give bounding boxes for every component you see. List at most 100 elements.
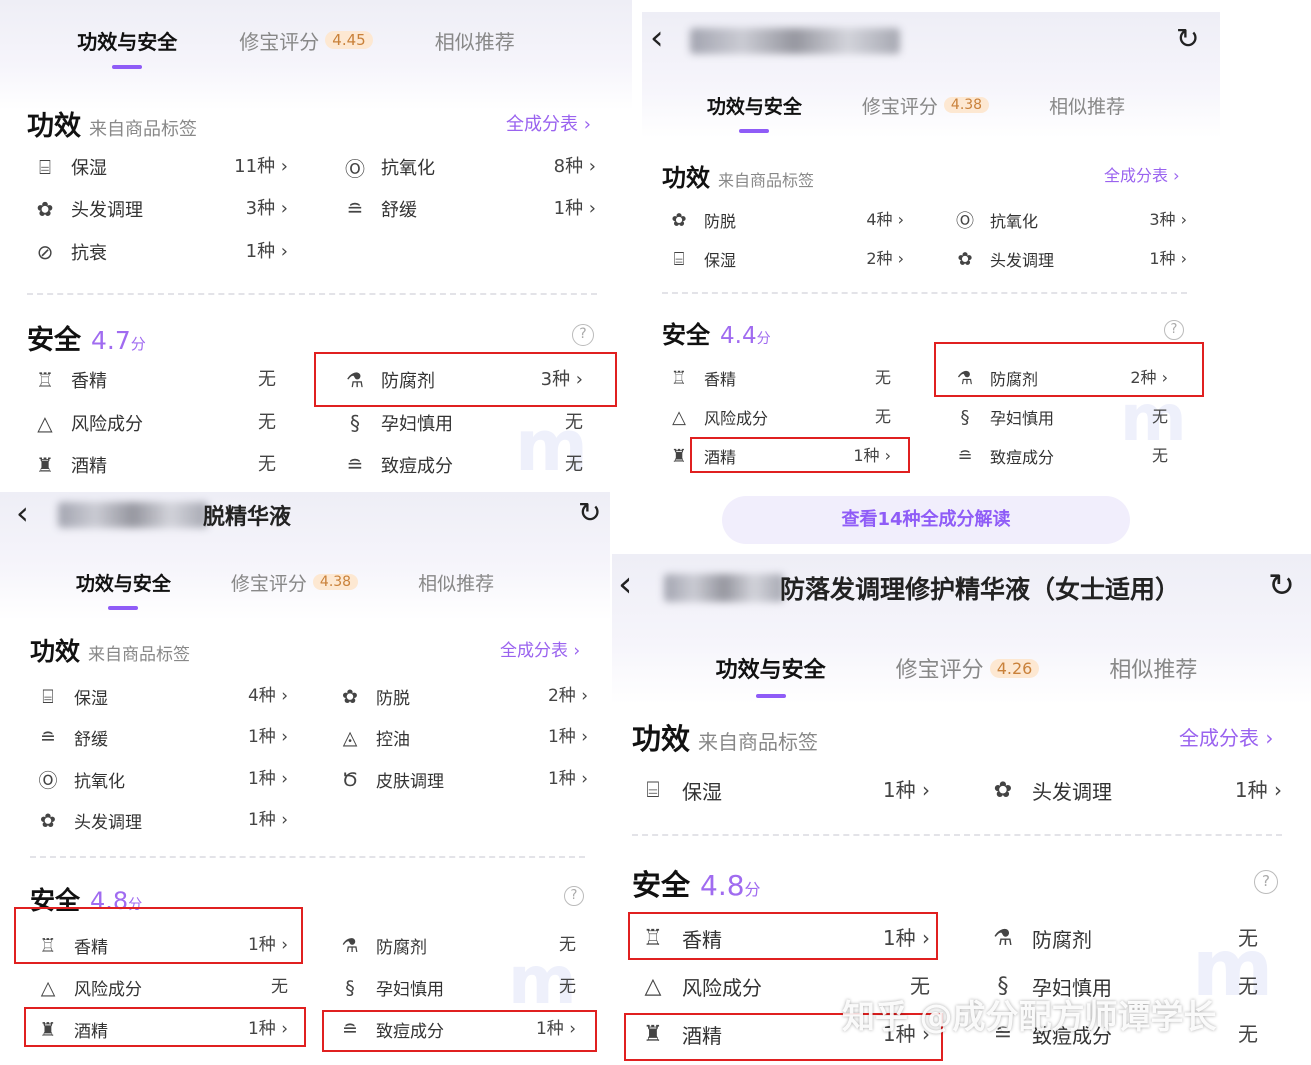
item-value[interactable]: 1种 › (883, 776, 930, 804)
help-icon[interactable]: ? (1164, 320, 1184, 340)
effect-item[interactable]: ⌸ 保湿 (30, 684, 108, 710)
tab-similar[interactable]: 相似推荐 (1109, 652, 1197, 684)
tab-similar[interactable]: 相似推荐 (435, 26, 515, 55)
effect-item[interactable]: ✿ 防脱 (332, 684, 410, 710)
help-icon[interactable]: ? (564, 886, 584, 906)
item-value[interactable]: 3种 › (1149, 208, 1187, 232)
effect-item[interactable]: Ⓞ 抗氧化 (30, 767, 125, 792)
item-value[interactable]: 无 (258, 452, 276, 478)
safety-item[interactable]: ♖ 香精 (27, 367, 107, 393)
highlight-box (628, 912, 938, 960)
safety-item[interactable]: △ 风险成分 (30, 975, 142, 1001)
tab-effect-safety[interactable]: 功效与安全 (77, 26, 177, 55)
item-value[interactable]: 8种 › (554, 154, 596, 180)
effect-item[interactable]: ⊘ 抗衰 (27, 239, 107, 265)
effect-item[interactable]: ≘ 舒缓 (337, 196, 417, 222)
item-value[interactable]: 3种 › (246, 196, 288, 222)
safety-item[interactable]: ⚗ 防腐剂 (332, 933, 427, 959)
item-value[interactable]: 4种 › (866, 208, 904, 232)
share-icon[interactable]: ↻ (1176, 22, 1199, 55)
tab-effect-safety[interactable]: 功效与安全 (707, 92, 802, 119)
back-button[interactable]: ‹ (618, 564, 632, 605)
effect-item[interactable]: ⌸ 保湿 (27, 154, 107, 180)
soothing-icon: ≘ (346, 197, 364, 221)
item-value[interactable]: 1种 › (548, 767, 588, 792)
item-value[interactable]: 无 (1238, 972, 1258, 1000)
safety-item[interactable]: § 孕妇慎用 (948, 405, 1055, 429)
item-value[interactable]: 1种 › (554, 196, 596, 222)
item-value[interactable]: 无 (875, 405, 891, 429)
tab-score[interactable]: 修宝评分 4.26 (896, 652, 1040, 684)
item-value[interactable]: 无 (1152, 405, 1168, 429)
item-label: 风险成分 (704, 409, 769, 428)
item-value[interactable]: 11种 › (234, 154, 288, 180)
effect-item[interactable]: ◬ 控油 (332, 725, 410, 751)
tab-score[interactable]: 修宝评分 4.38 (231, 569, 359, 596)
soothing-icon: ≘ (40, 726, 56, 749)
safety-item[interactable]: § 孕妇慎用 (337, 410, 453, 436)
item-value[interactable]: 无 (258, 410, 276, 436)
item-value[interactable]: 4种 › (248, 684, 288, 709)
blurred-title (58, 502, 208, 528)
item-value[interactable]: 无 (1238, 924, 1258, 952)
item-value[interactable]: 1种 › (548, 725, 588, 750)
item-value[interactable]: 1种 › (248, 767, 288, 792)
effect-item[interactable]: ⌸ 保湿 (632, 776, 722, 804)
share-icon[interactable]: ↻ (1268, 566, 1295, 604)
effect-item[interactable]: Ⓞ 抗氧化 (948, 208, 1038, 232)
tab-similar[interactable]: 相似推荐 (418, 569, 494, 596)
help-icon[interactable]: ? (1254, 870, 1278, 894)
back-button[interactable]: ‹ (16, 494, 29, 532)
item-value[interactable]: 无 (565, 452, 583, 478)
back-button[interactable]: ‹ (650, 18, 664, 58)
effect-item[interactable]: Ⓞ 抗氧化 (337, 154, 435, 181)
all-ingredients-link[interactable]: 全成分表 › (1179, 722, 1273, 751)
safety-item[interactable]: § 孕妇慎用 (332, 975, 444, 1001)
tab-similar[interactable]: 相似推荐 (1049, 92, 1125, 119)
item-value[interactable]: 1种 › (248, 808, 288, 833)
item-value[interactable]: 2种 › (866, 247, 904, 271)
tab-score-label: 修宝评分 (861, 95, 938, 118)
all-ingredients-link[interactable]: 全成分表 › (500, 636, 580, 661)
tab-effect-safety[interactable]: 功效与安全 (76, 569, 171, 596)
item-value[interactable]: 无 (271, 975, 288, 1000)
item-value[interactable]: 1种 › (1235, 776, 1282, 804)
item-value[interactable]: 1种 › (248, 725, 288, 750)
safety-item[interactable]: ♖ 香精 (662, 366, 736, 390)
safety-item[interactable]: ⚗ 防腐剂 (982, 924, 1092, 952)
safety-item[interactable]: △ 风险成分 (632, 972, 762, 1000)
item-value[interactable]: 无 (559, 975, 576, 1000)
tab-score[interactable]: 修宝评分 4.38 (861, 92, 990, 119)
help-icon[interactable]: ? (572, 324, 594, 346)
item-value[interactable]: 1种 › (1149, 247, 1187, 271)
item-value[interactable]: 1种 › (246, 239, 288, 265)
view-all-ingredients-button[interactable]: 查看14种全成分解读 (722, 496, 1130, 544)
effect-item[interactable]: ✿ 头发调理 (30, 808, 142, 834)
all-ingredients-link[interactable]: 全成分表 › (1104, 162, 1180, 186)
item-value[interactable]: 2种 › (548, 684, 588, 709)
share-icon[interactable]: ↻ (578, 496, 601, 529)
safety-item[interactable]: △ 风险成分 (662, 405, 768, 429)
effect-item[interactable]: Ծ 皮肤调理 (332, 767, 444, 793)
safety-item[interactable]: ≘ 致痘成分 (948, 444, 1054, 468)
item-label: 头发调理 (71, 200, 143, 221)
effect-item[interactable]: ⌸ 保湿 (662, 247, 736, 271)
highlight-box (24, 1007, 306, 1047)
effect-item[interactable]: ✿ 头发调理 (948, 247, 1054, 271)
safety-item[interactable]: ≘ 致痘成分 (337, 452, 453, 478)
item-value[interactable]: 无 (1152, 444, 1168, 468)
tab-effect-safety[interactable]: 功效与安全 (716, 652, 826, 684)
safety-item[interactable]: ♜ 酒精 (27, 452, 107, 478)
effect-item[interactable]: ✿ 头发调理 (982, 776, 1112, 804)
item-value[interactable]: 无 (565, 410, 583, 436)
item-value[interactable]: 无 (559, 933, 576, 958)
safety-item[interactable]: △ 风险成分 (27, 410, 143, 436)
item-value[interactable]: 无 (258, 367, 276, 393)
effect-item[interactable]: ✿ 防脱 (662, 208, 736, 232)
item-value[interactable]: 无 (1238, 1020, 1258, 1048)
effect-item[interactable]: ≘ 舒缓 (30, 725, 108, 751)
effect-item[interactable]: ✿ 头发调理 (27, 196, 143, 222)
all-ingredients-link[interactable]: 全成分表 › (506, 110, 591, 136)
tab-score[interactable]: 修宝评分 4.45 (239, 26, 373, 55)
item-value[interactable]: 无 (875, 366, 891, 390)
